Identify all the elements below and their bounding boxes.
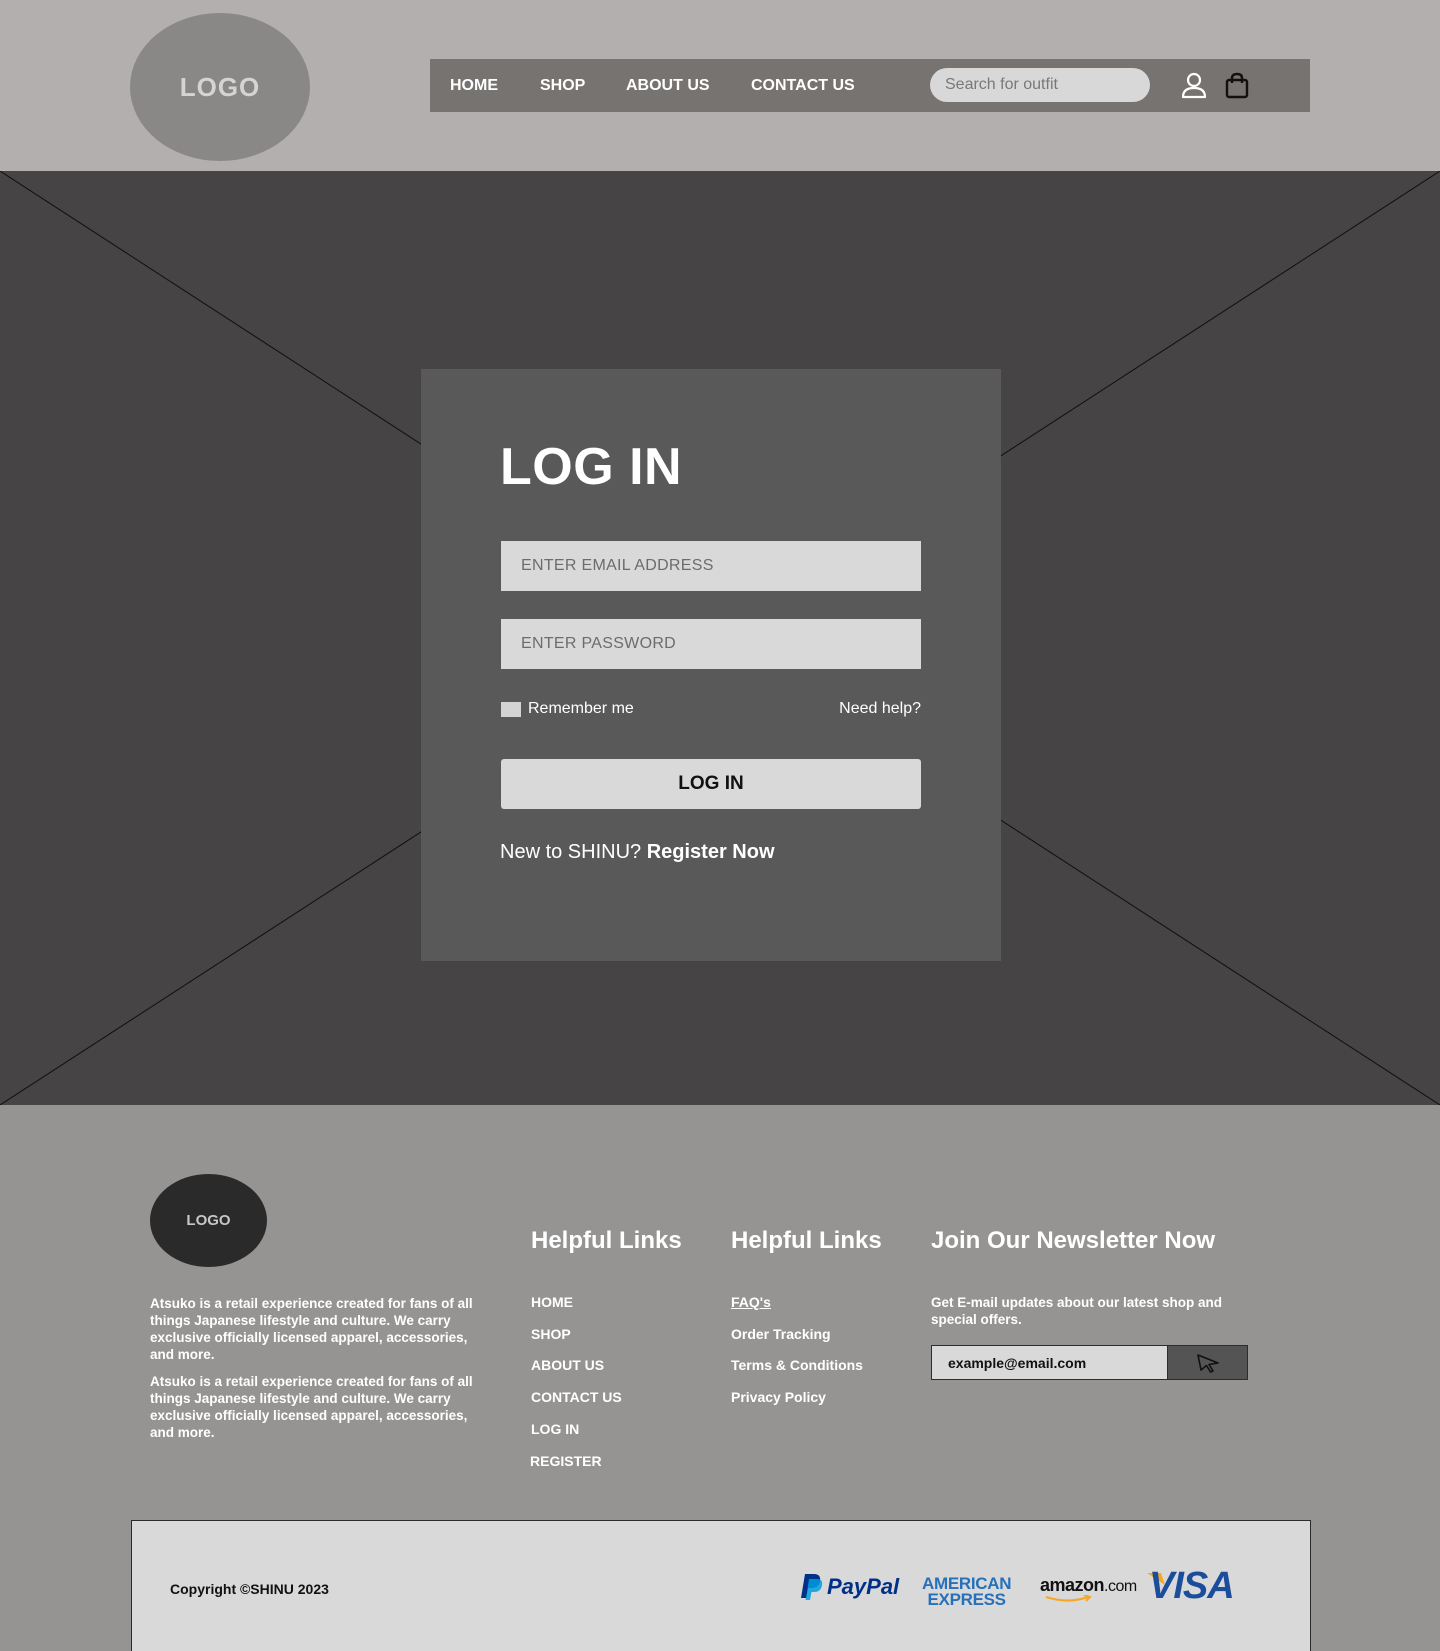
- footer-link-register[interactable]: REGISTER: [530, 1453, 602, 1469]
- about-text: Atsuko is a retail experience created fo…: [150, 1374, 473, 1440]
- need-help-link[interactable]: Need help?: [839, 700, 921, 718]
- amazon-logo: amazon.com: [1040, 1575, 1137, 1602]
- nav-about-us[interactable]: ABOUT US: [626, 59, 710, 112]
- header-logo-text: LOGO: [179, 71, 261, 102]
- login-button[interactable]: LOG IN: [501, 759, 921, 809]
- newsletter-text: Get E-mail updates about our latest shop…: [931, 1295, 1223, 1327]
- login-title: LOG IN: [500, 438, 683, 496]
- register-now-link[interactable]: Register Now: [647, 841, 775, 863]
- helpful-links-title: Helpful Links: [531, 1227, 682, 1254]
- register-prefix: New to SHINU?: [500, 841, 647, 863]
- password-field[interactable]: [501, 619, 921, 669]
- nav-shop[interactable]: SHOP: [540, 59, 585, 112]
- newsletter-submit-button[interactable]: [1167, 1345, 1248, 1380]
- footer-link-contact-us[interactable]: CONTACT US: [531, 1389, 622, 1405]
- user-icon[interactable]: [1180, 71, 1208, 99]
- about-text: Atsuko is a retail experience created fo…: [150, 1296, 473, 1362]
- amex-line2: EXPRESS: [927, 1590, 1007, 1609]
- footer-logo-text: LOGO: [186, 1212, 231, 1229]
- footer-link-order-tracking[interactable]: Order Tracking: [731, 1326, 831, 1342]
- amazon-text: amazon: [1040, 1575, 1105, 1595]
- email-field[interactable]: [501, 541, 921, 591]
- site-footer: LOGO Atsuko is a retail experience creat…: [0, 1105, 1440, 1651]
- newsletter-title: Join Our Newsletter Now: [931, 1227, 1216, 1254]
- hero-section: LOG IN Remember me Need help? LOG IN New…: [0, 171, 1440, 1105]
- search-input[interactable]: [930, 68, 1150, 102]
- american-express-logo: AMERICAN EXPRESS: [922, 1575, 1012, 1609]
- shopping-bag-icon[interactable]: [1223, 71, 1251, 99]
- footer-link-privacy[interactable]: Privacy Policy: [731, 1389, 826, 1405]
- amazon-suffix: .com: [1104, 1578, 1137, 1595]
- site-header: LOGO HOME SHOP ABOUT US CONTACT US: [0, 0, 1440, 171]
- paypal-icon: [801, 1574, 823, 1600]
- footer-link-faqs[interactable]: FAQ's: [731, 1294, 771, 1310]
- remember-me: Remember me: [501, 700, 634, 718]
- amazon-smile-icon: [1045, 1595, 1092, 1602]
- header-logo[interactable]: LOGO: [130, 13, 310, 161]
- nav-contact-us[interactable]: CONTACT US: [751, 59, 855, 112]
- newsletter-email-input[interactable]: [931, 1345, 1167, 1380]
- footer-link-login[interactable]: LOG IN: [531, 1421, 579, 1437]
- footer-logo[interactable]: LOGO: [150, 1174, 267, 1267]
- copyright-text: Copyright ©SHINU 2023: [170, 1581, 329, 1597]
- footer-bottom-bar: Copyright ©SHINU 2023 PayPal AMERICAN EX…: [131, 1520, 1311, 1651]
- visa-logo: VISA: [1147, 1565, 1235, 1608]
- send-cursor-icon: [1196, 1353, 1219, 1373]
- register-prompt: New to SHINU? Register Now: [500, 841, 775, 864]
- helpful-links-title: Helpful Links: [731, 1227, 882, 1254]
- visa-text: VISA: [1149, 1565, 1235, 1607]
- nav-home[interactable]: HOME: [450, 59, 498, 112]
- footer-link-terms[interactable]: Terms & Conditions: [731, 1357, 863, 1373]
- remember-me-label[interactable]: Remember me: [528, 700, 634, 718]
- paypal-logo: PayPal: [799, 1573, 899, 1601]
- footer-link-home[interactable]: HOME: [531, 1294, 573, 1310]
- main-navbar: HOME SHOP ABOUT US CONTACT US: [430, 59, 1310, 112]
- remember-me-checkbox[interactable]: [501, 701, 521, 717]
- footer-link-about-us[interactable]: ABOUT US: [531, 1357, 604, 1373]
- footer-link-shop[interactable]: SHOP: [531, 1326, 571, 1342]
- paypal-text: PayPal: [827, 1574, 900, 1599]
- login-card: LOG IN Remember me Need help? LOG IN New…: [421, 369, 1001, 961]
